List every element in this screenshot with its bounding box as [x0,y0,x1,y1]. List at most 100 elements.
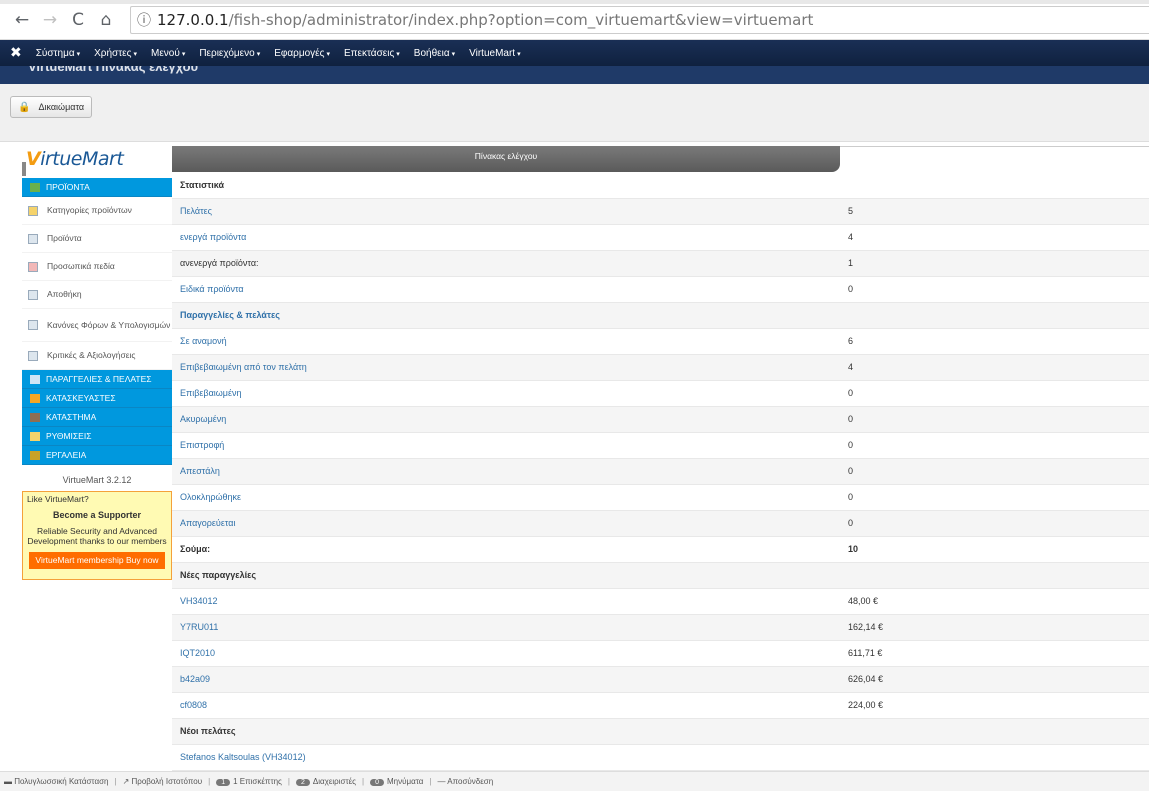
row-link[interactable]: Επιβεβαιωμένη [180,388,242,398]
row-value-cell [840,718,1149,745]
row-value-cell [840,172,1149,199]
row-value-cell: 0 [840,406,1149,433]
row-label-cell: Ακυρωμένη [172,406,840,433]
sidebar-section-products[interactable]: ΠΡΟΪΟΝΤΑ [22,178,172,197]
admins-link[interactable]: 2 Διαχειριστές [295,777,357,786]
row-link[interactable]: IQT2010 [180,648,215,658]
sidebar-section-shop[interactable]: ΚΑΤΑΣΤΗΜΑ [22,408,172,427]
menu-system[interactable]: Σύστημα ▾ [36,48,80,59]
home-icon[interactable]: ⌂ [94,10,118,30]
row-link[interactable]: b42a09 [180,674,210,684]
calculator-icon [28,320,38,330]
row-value-cell: 1 [840,250,1149,277]
table-row: Επιβεβαιωμένη 0 [172,380,1149,407]
menu-content[interactable]: Περιεχόμενο ▾ [199,48,260,59]
table-row: Επιβεβαιωμένη από τον πελάτη 4 [172,354,1149,381]
row-link[interactable]: cf0808 [180,700,207,710]
row-label-cell: b42a09 [172,666,840,693]
sidebar-item-tax-rules[interactable]: Κανόνες Φόρων & Υπολογισμών [22,309,172,342]
sidebar-section-manufacturers[interactable]: ΚΑΤΑΣΚΕΥΑΣΤΕΣ [22,389,172,408]
menu-help[interactable]: Βοήθεια ▾ [414,48,455,59]
sidebar-item-label: Κατηγορίες προϊόντων [47,205,132,215]
table-row: Σε αναμονή 6 [172,328,1149,355]
row-link[interactable]: ενεργά προϊόντα [180,232,246,242]
orders-icon [30,374,40,384]
sidebar-item-label: Κριτικές & Αξιολογήσεις [47,350,136,360]
support-box: Like VirtueMart? Become a Supporter Reli… [22,491,172,580]
logout-link[interactable]: — Αποσύνδεση [438,777,494,786]
menu-components[interactable]: Εφαρμογές ▾ [274,48,330,59]
table-row: ενεργά προϊόντα 4 [172,224,1149,251]
row-label-cell: Παραγγελίες & πελάτες [172,302,840,329]
table-row: VH34012 48,00 € [172,588,1149,615]
row-link[interactable]: Ακυρωμένη [180,414,226,424]
visitors-link[interactable]: 11 Επισκέπτης [216,777,282,786]
membership-buy-button[interactable]: VirtueMart membership Buy now [29,552,165,569]
product-icon [28,233,38,244]
menu-label: Βοήθεια [413,47,450,59]
sidebar-section-orders[interactable]: ΠΑΡΑΓΓΕΛΙΕΣ & ΠΕΛΑΤΕΣ [22,370,172,389]
sidebar-item-label: Προσωπικά πεδία [47,261,115,271]
row-link[interactable]: Απαγορεύεται [180,518,236,528]
row-link[interactable]: Πελάτες [180,206,212,216]
sidebar-item-reviews[interactable]: Κριτικές & Αξιολογήσεις [22,342,172,370]
sidebar-item-inventory[interactable]: Αποθήκη [22,281,172,309]
menu-users[interactable]: Χρήστες ▾ [94,48,137,59]
inventory-icon [28,289,38,300]
sidebar-collapse-handle[interactable] [22,162,26,176]
row-value-cell: 626,04 € [840,666,1149,693]
row-link[interactable]: VH34012 [180,596,218,606]
row-value-cell: 0 [840,432,1149,459]
row-label-cell: Y7RU011 [172,614,840,641]
sidebar-item-categories[interactable]: Κατηγορίες προϊόντων [22,197,172,225]
statistics-table: Στατιστικά Πελάτες 5 ενεργά προϊόντα 4 ανενερ… [172,172,1149,771]
forward-arrow-icon[interactable]: → [38,10,62,30]
menu-label: Μενού [150,47,180,59]
menu-virtuemart[interactable]: VirtueMart ▾ [469,48,520,59]
row-link[interactable]: Ειδικά προϊόντα [180,284,244,294]
back-arrow-icon[interactable]: ← [10,10,34,30]
visitors-badge: 1 [216,779,231,786]
permissions-label: Δικαιώματα [38,102,85,112]
row-link[interactable]: Επιστροφή [180,440,224,450]
sidebar-section-tools[interactable]: ΕΡΓΑΛΕΙΑ [22,446,172,465]
info-icon[interactable]: ⓘ [137,10,151,30]
gear-icon [30,450,40,460]
admins-label: Διαχειριστές [312,777,357,786]
address-bar[interactable]: ⓘ 127.0.0.1/fish-shop/administrator/inde… [130,5,1149,34]
row-link[interactable]: Σε αναμονή [180,336,227,346]
row-label-cell: Επιβεβαιωμένη [172,380,840,407]
row-link[interactable]: Απεστάλη [180,466,220,476]
row-link[interactable]: Παραγγελίες & πελάτες [180,310,280,320]
messages-link[interactable]: 0 Μηνύματα [370,777,423,786]
table-row: Ολοκληρώθηκε 0 [172,484,1149,511]
status-bar: ▬ Πολυγλωσσική Κατάσταση | ↗ Προβολή Ιστ… [0,771,1149,791]
joomla-logo-icon[interactable]: ✖ [10,45,22,61]
table-row: Επιστροφή 0 [172,432,1149,459]
menu-menus[interactable]: Μενού ▾ [151,48,185,59]
sidebar-item-products[interactable]: Προϊόντα [22,225,172,253]
sidebar-item-custom-fields[interactable]: Προσωπικά πεδία [22,253,172,281]
main-content: Πίνακας ελέγχου Στατιστικά Πελάτες 5 ενεργά… [172,142,1149,771]
toolbar: 🔒 Δικαιώματα [0,84,1149,142]
row-value-cell [840,744,1149,771]
row-link[interactable]: Stefanos Kaltsoulas (VH34012) [180,752,306,762]
virtuemart-logo: VirtueMart [26,148,124,170]
permissions-button[interactable]: 🔒 Δικαιώματα [10,96,93,118]
tab-control-panel[interactable]: Πίνακας ελέγχου [172,146,840,172]
sidebar-item-label: Προϊόντα [47,233,82,243]
menu-label: Εφαρμογές [274,47,325,59]
sidebar-section-settings[interactable]: ΡΥΘΜΙΣΕΙΣ [22,427,172,446]
row-link[interactable]: Ολοκληρώθηκε [180,492,241,502]
row-value-cell: 0 [840,458,1149,485]
row-label-cell: IQT2010 [172,640,840,667]
reload-icon[interactable]: C [66,10,90,30]
multilang-status-link[interactable]: ▬ Πολυγλωσσική Κατάσταση [4,777,108,786]
row-link[interactable]: Επιβεβαιωμένη από τον πελάτη [180,362,307,372]
menu-extensions[interactable]: Επεκτάσεις ▾ [344,48,400,59]
admin-top-menu: ✖ Σύστημα ▾ Χρήστες ▾ Μενού ▾ Περιεχόμενο ▾ … [0,40,1149,66]
view-site-link[interactable]: ↗ Προβολή Ιστοτόπου [123,777,203,786]
row-link[interactable]: Y7RU011 [180,622,218,632]
row-value-cell: 0 [840,380,1149,407]
table-row: Ακυρωμένη 0 [172,406,1149,433]
